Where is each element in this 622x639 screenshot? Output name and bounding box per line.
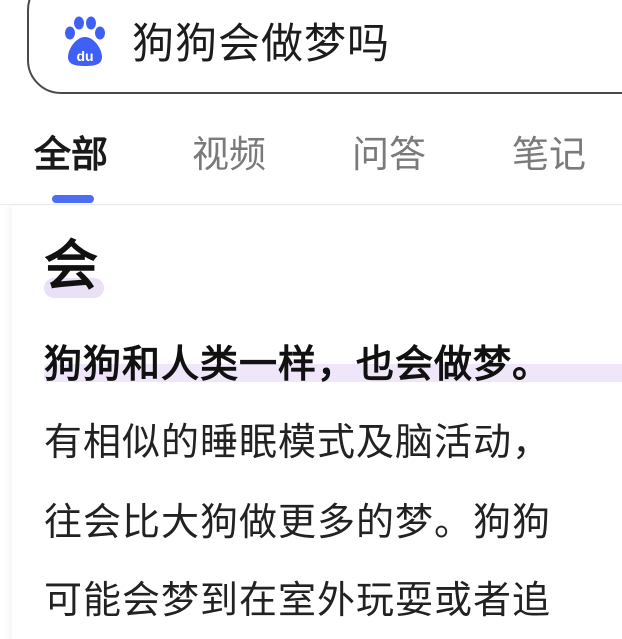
- tab-all[interactable]: 全部: [34, 130, 108, 180]
- answer-verdict: 会: [44, 234, 98, 297]
- answer-line-2: 有相似的睡眠模式及脑活动，: [44, 420, 552, 464]
- answer-line-4: 可能会梦到在室外玩耍或者追: [44, 578, 552, 622]
- baidu-paw-icon[interactable]: du: [60, 16, 110, 68]
- svg-text:du: du: [76, 48, 93, 64]
- active-tab-indicator: [52, 195, 94, 203]
- tab-qa[interactable]: 问答: [352, 130, 426, 180]
- tab-video[interactable]: 视频: [192, 130, 266, 180]
- search-results-page: du 狗狗会做梦吗 全部 视频 问答 笔记 会 狗狗和人类一样，也会做梦。 有相…: [0, 0, 622, 639]
- tab-notes[interactable]: 笔记: [512, 130, 586, 180]
- search-tabs: 全部 视频 问答 笔记: [0, 118, 622, 205]
- answer-line-1: 狗狗和人类一样，也会做梦。: [44, 342, 552, 386]
- answer-line-3: 往会比大狗做更多的梦。狗狗: [44, 500, 552, 544]
- search-query-text[interactable]: 狗狗会做梦吗: [132, 14, 390, 74]
